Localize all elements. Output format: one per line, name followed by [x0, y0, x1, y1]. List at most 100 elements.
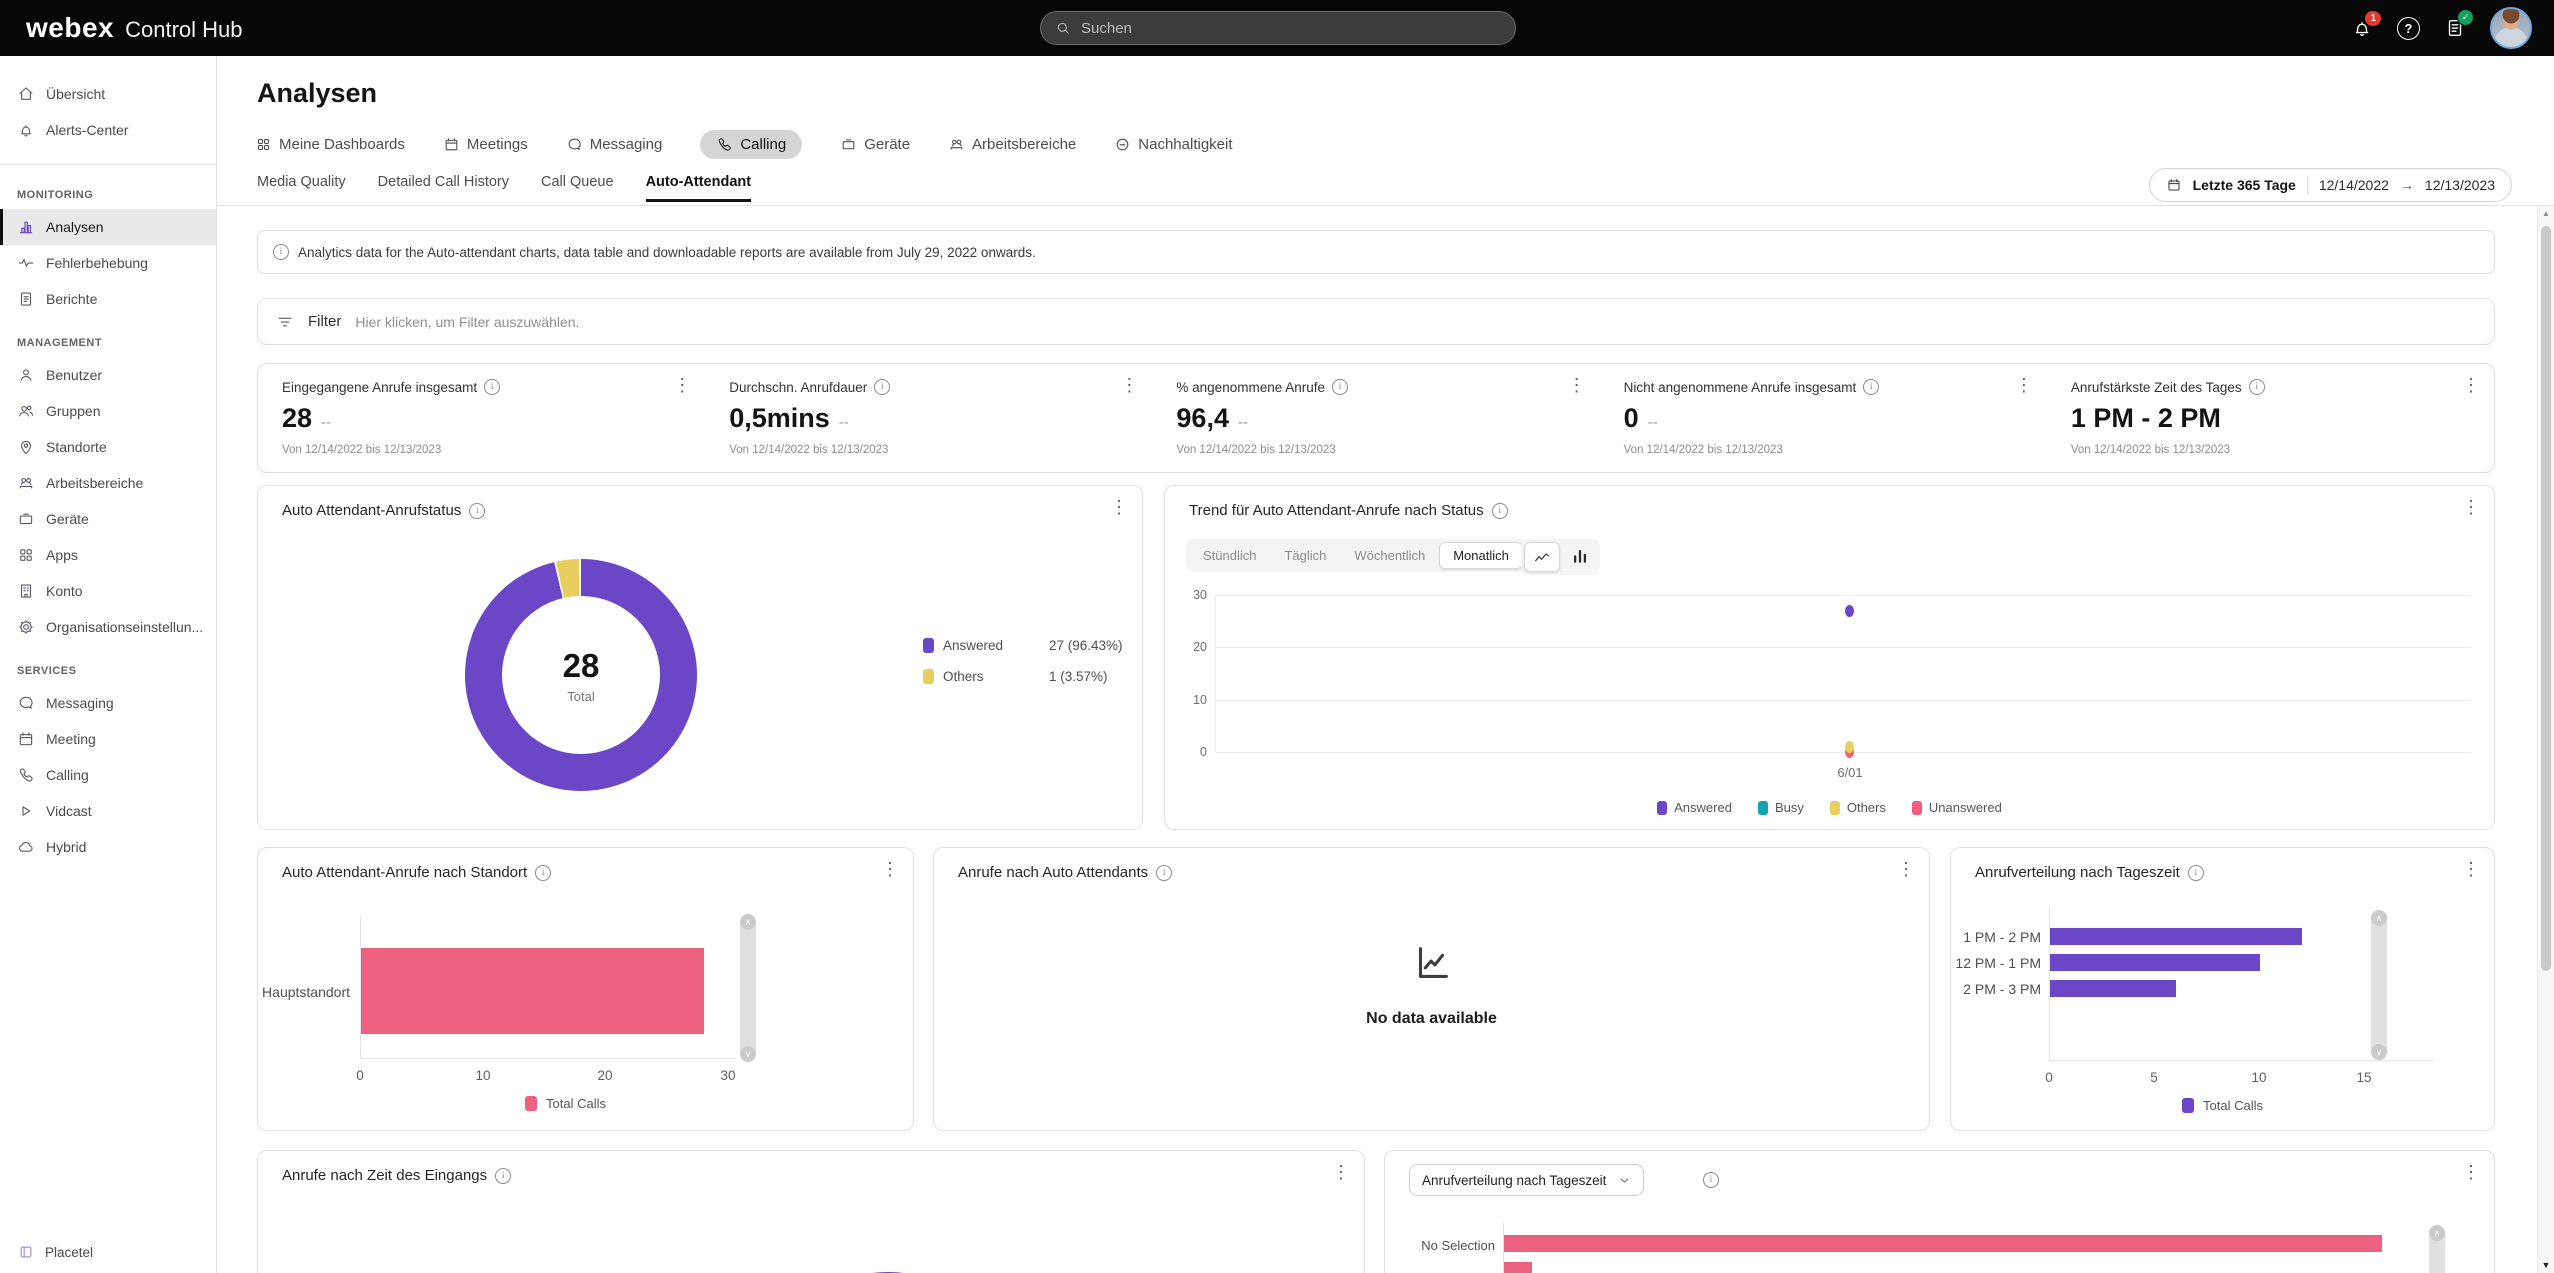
sidebar-item-apps[interactable]: Apps — [0, 537, 216, 573]
sidebar-item-messaging[interactable]: Messaging — [0, 685, 216, 721]
legend-item-unanswered[interactable]: Unanswered — [1912, 800, 2002, 815]
granularity-monatlich[interactable]: Monatlich — [1439, 542, 1523, 569]
sidebar-item-placetel[interactable]: Placetel — [0, 1231, 216, 1273]
chevron-up-icon[interactable]: ∧ — [2429, 1225, 2445, 1241]
page-scrollbar[interactable]: ▲ ▼ — [2537, 206, 2554, 1273]
scroll-down-arrow-icon[interactable]: ▼ — [2538, 1260, 2554, 1270]
notifications-button[interactable]: 1 — [2351, 17, 2373, 39]
legend-item-answered[interactable]: Answered — [1657, 800, 1732, 815]
tab-messaging[interactable]: Messaging — [566, 136, 663, 153]
x-axis-line — [2049, 1060, 2433, 1061]
scroll-up-arrow-icon[interactable]: ▲ — [2538, 209, 2554, 218]
sidebar-item-vidcast[interactable]: Vidcast — [0, 793, 216, 829]
info-icon[interactable]: i — [469, 503, 485, 519]
sidebar-item-analysen[interactable]: Analysen — [0, 209, 216, 245]
tab-nachhaltigkeit[interactable]: Nachhaltigkeit — [1114, 136, 1232, 153]
filter-bar[interactable]: Filter Hier klicken, um Filter auszuwähl… — [257, 298, 2495, 345]
no-selection-bar[interactable] — [1504, 1235, 2382, 1252]
legend-item-others[interactable]: Others 1 (3.57%) — [923, 669, 1123, 684]
info-icon[interactable]: i — [874, 379, 890, 395]
kebab-menu-icon[interactable]: ⋮ — [2462, 860, 2480, 878]
sidebar-item-benutzer[interactable]: Benutzer — [0, 357, 216, 393]
granularity-taeglich[interactable]: Täglich — [1270, 542, 1340, 569]
search-input[interactable]: Suchen — [1040, 11, 1516, 45]
kebab-menu-icon[interactable]: ⋮ — [1897, 860, 1915, 878]
sidebar-item-gruppen[interactable]: Gruppen — [0, 393, 216, 429]
chart-scrollbar[interactable]: ∧ ∨ — [2371, 910, 2387, 1060]
tod-bar[interactable] — [2050, 928, 2302, 945]
subtab-auto-attendant[interactable]: Auto-Attendant — [646, 174, 752, 202]
tab-calling[interactable]: Calling — [700, 130, 802, 159]
chart-scrollbar[interactable]: ∧ — [2429, 1225, 2445, 1273]
tod-bar[interactable] — [2050, 954, 2260, 971]
sidebar-item-arbeitsbereiche[interactable]: Arbeitsbereiche — [0, 465, 216, 501]
troubleshooting-icon — [17, 254, 35, 272]
kebab-menu-icon[interactable]: ⋮ — [1568, 376, 1586, 394]
info-icon[interactable]: i — [495, 1168, 511, 1184]
granularity-stuendlich[interactable]: Stündlich — [1189, 542, 1270, 569]
scrollbar-thumb[interactable] — [2541, 226, 2551, 971]
date-range-picker[interactable]: Letzte 365 Tage 12/14/2022 → 12/13/2023 — [2149, 168, 2512, 202]
sidebar-item-fehlerbehebung[interactable]: Fehlerbehebung — [0, 245, 216, 281]
tab-geraete[interactable]: Geräte — [840, 136, 910, 153]
sidebar-item-konto[interactable]: Konto — [0, 573, 216, 609]
trend-plot-area[interactable]: 6/01 — [1215, 595, 2471, 752]
sidebar-item-calling[interactable]: Calling — [0, 757, 216, 793]
info-icon[interactable]: i — [484, 379, 500, 395]
location-bar[interactable] — [361, 948, 704, 1034]
subtab-call-queue[interactable]: Call Queue — [541, 174, 614, 202]
trend-dot-others[interactable] — [1845, 741, 1854, 753]
sidebar-item-berichte[interactable]: Berichte — [0, 281, 216, 317]
granularity-woechentlich[interactable]: Wöchentlich — [1340, 542, 1439, 569]
kebab-menu-icon[interactable]: ⋮ — [2462, 376, 2480, 394]
date-range-start[interactable]: 12/14/2022 — [2319, 177, 2389, 193]
info-icon[interactable]: i — [1332, 379, 1348, 395]
user-avatar[interactable] — [2490, 7, 2532, 49]
legend-item-answered[interactable]: Answered 27 (96.43%) — [923, 638, 1123, 653]
kebab-menu-icon[interactable]: ⋮ — [1110, 498, 1128, 516]
sidebar-item-uebersicht[interactable]: Übersicht — [0, 76, 216, 112]
info-icon[interactable]: i — [1156, 865, 1172, 881]
info-icon[interactable]: i — [1703, 1172, 1719, 1188]
kebab-menu-icon[interactable]: ⋮ — [2462, 498, 2480, 516]
bar-chart-toggle-button[interactable] — [1563, 542, 1597, 570]
gridline — [1216, 647, 2471, 648]
kebab-menu-icon[interactable]: ⋮ — [2015, 376, 2033, 394]
kebab-menu-icon[interactable]: ⋮ — [881, 860, 899, 878]
chart-select-dropdown[interactable]: Anrufverteilung nach Tageszeit — [1409, 1164, 1644, 1196]
sidebar-item-organisationseinstellungen[interactable]: Organisationseinstellun... — [0, 609, 216, 645]
info-icon[interactable]: i — [535, 865, 551, 881]
tod-bar[interactable] — [2050, 980, 2176, 997]
info-icon[interactable]: i — [2188, 865, 2204, 881]
sidebar-item-meeting[interactable]: Meeting — [0, 721, 216, 757]
tab-meetings[interactable]: Meetings — [443, 136, 528, 153]
kebab-menu-icon[interactable]: ⋮ — [1120, 376, 1138, 394]
line-chart-toggle-button[interactable] — [1524, 542, 1560, 572]
kebab-menu-icon[interactable]: ⋮ — [673, 376, 691, 394]
sidebar-item-geraete[interactable]: Geräte — [0, 501, 216, 537]
sidebar-item-hybrid[interactable]: Hybrid — [0, 829, 216, 865]
whats-new-button[interactable]: ✓ — [2444, 17, 2466, 39]
chevron-up-icon[interactable]: ∧ — [2371, 910, 2387, 926]
sidebar-item-standorte[interactable]: Standorte — [0, 429, 216, 465]
help-button[interactable]: ? — [2397, 17, 2420, 40]
chevron-up-icon[interactable]: ∧ — [740, 914, 756, 930]
kebab-menu-icon[interactable]: ⋮ — [2462, 1163, 2480, 1181]
chevron-down-icon[interactable]: ∨ — [2371, 1044, 2387, 1060]
kebab-menu-icon[interactable]: ⋮ — [1332, 1163, 1350, 1181]
chart-scrollbar[interactable]: ∧ ∨ — [740, 914, 756, 1062]
partial-bar[interactable] — [1504, 1262, 1532, 1273]
tab-arbeitsbereiche[interactable]: Arbeitsbereiche — [948, 136, 1076, 153]
subtab-detailed-call-history[interactable]: Detailed Call History — [378, 174, 509, 202]
chevron-down-icon[interactable]: ∨ — [740, 1046, 756, 1062]
date-range-end[interactable]: 12/13/2023 — [2425, 177, 2495, 193]
tab-meine-dashboards[interactable]: Meine Dashboards — [255, 136, 405, 153]
sidebar-item-alerts-center[interactable]: Alerts-Center — [0, 112, 216, 148]
legend-item-busy[interactable]: Busy — [1758, 800, 1804, 815]
subtab-media-quality[interactable]: Media Quality — [257, 174, 346, 202]
info-icon[interactable]: i — [1492, 503, 1508, 519]
info-icon[interactable]: i — [1863, 379, 1879, 395]
trend-dot-answered[interactable] — [1845, 605, 1854, 617]
info-icon[interactable]: i — [2249, 379, 2265, 395]
legend-item-others[interactable]: Others — [1830, 800, 1886, 815]
